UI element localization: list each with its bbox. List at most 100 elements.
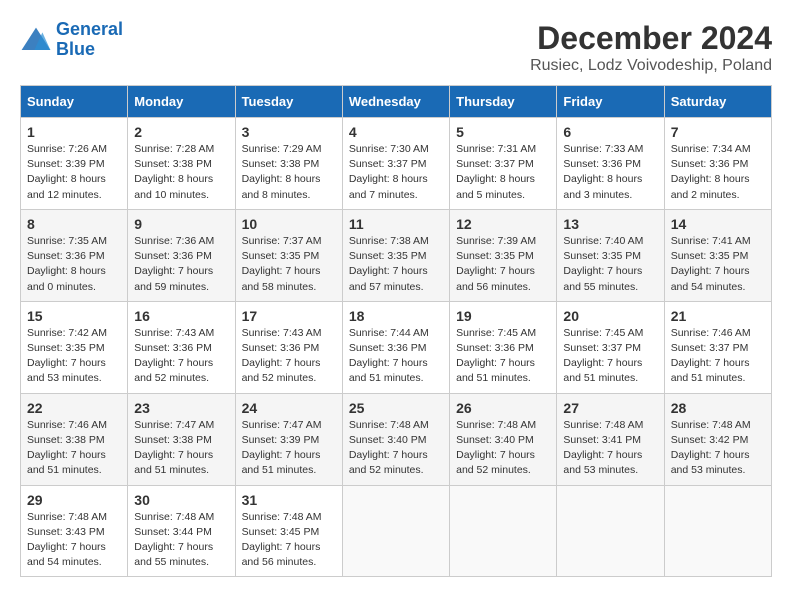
day-info: Sunrise: 7:44 AM Sunset: 3:36 PM Dayligh… [349, 326, 443, 387]
header-sunday: Sunday [21, 86, 128, 118]
day-number: 23 [134, 400, 228, 416]
calendar-cell: 8 Sunrise: 7:35 AM Sunset: 3:36 PM Daylig… [21, 209, 128, 301]
day-number: 1 [27, 124, 121, 140]
day-number: 30 [134, 492, 228, 508]
day-info: Sunrise: 7:48 AM Sunset: 3:42 PM Dayligh… [671, 418, 765, 479]
calendar-cell: 9Sunrise: 7:36 AM Sunset: 3:36 PM Daylig… [128, 209, 235, 301]
day-number: 9 [134, 216, 228, 232]
calendar-week-row: 22 Sunrise: 7:46 AM Sunset: 3:38 PM Dayli… [21, 393, 772, 485]
day-number: 8 [27, 216, 121, 232]
subtitle: Rusiec, Lodz Voivodeship, Poland [530, 57, 772, 75]
calendar-cell: 24 Sunrise: 7:47 AM Sunset: 3:39 PM Dayli… [235, 393, 342, 485]
day-number: 11 [349, 216, 443, 232]
calendar-cell: 29 Sunrise: 7:48 AM Sunset: 3:43 PM Dayli… [21, 485, 128, 577]
calendar-cell: 4 Sunrise: 7:30 AM Sunset: 3:37 PM Daylig… [342, 118, 449, 210]
day-info: Sunrise: 7:46 AM Sunset: 3:38 PM Dayligh… [27, 418, 121, 479]
calendar-cell: 30 Sunrise: 7:48 AM Sunset: 3:44 PM Dayli… [128, 485, 235, 577]
day-number: 4 [349, 124, 443, 140]
day-number: 24 [242, 400, 336, 416]
day-info: Sunrise: 7:43 AM Sunset: 3:36 PM Dayligh… [134, 326, 228, 387]
calendar-cell: 28 Sunrise: 7:48 AM Sunset: 3:42 PM Dayli… [664, 393, 771, 485]
day-info: Sunrise: 7:45 AM Sunset: 3:36 PM Dayligh… [456, 326, 550, 387]
day-number: 28 [671, 400, 765, 416]
day-number: 15 [27, 308, 121, 324]
day-info: Sunrise: 7:29 AM Sunset: 3:38 PM Dayligh… [242, 142, 336, 203]
calendar-cell: 15Sunrise: 7:42 AM Sunset: 3:35 PM Dayli… [21, 301, 128, 393]
calendar-cell: 6 Sunrise: 7:33 AM Sunset: 3:36 PM Daylig… [557, 118, 664, 210]
logo-line2: Blue [56, 39, 95, 59]
day-info: Sunrise: 7:47 AM Sunset: 3:39 PM Dayligh… [242, 418, 336, 479]
header-thursday: Thursday [450, 86, 557, 118]
calendar-week-row: 1 Sunrise: 7:26 AM Sunset: 3:39 PM Daylig… [21, 118, 772, 210]
day-info: Sunrise: 7:47 AM Sunset: 3:38 PM Dayligh… [134, 418, 228, 479]
calendar-cell: 22 Sunrise: 7:46 AM Sunset: 3:38 PM Dayli… [21, 393, 128, 485]
day-number: 10 [242, 216, 336, 232]
day-info: Sunrise: 7:48 AM Sunset: 3:41 PM Dayligh… [563, 418, 657, 479]
day-number: 17 [242, 308, 336, 324]
day-number: 16 [134, 308, 228, 324]
day-number: 20 [563, 308, 657, 324]
day-number: 18 [349, 308, 443, 324]
day-number: 3 [242, 124, 336, 140]
header-monday: Monday [128, 86, 235, 118]
day-info: Sunrise: 7:33 AM Sunset: 3:36 PM Dayligh… [563, 142, 657, 203]
day-number: 22 [27, 400, 121, 416]
calendar-cell [557, 485, 664, 577]
day-info: Sunrise: 7:35 AM Sunset: 3:36 PM Dayligh… [27, 234, 121, 295]
calendar-cell: 26 Sunrise: 7:48 AM Sunset: 3:40 PM Dayli… [450, 393, 557, 485]
day-info: Sunrise: 7:48 AM Sunset: 3:40 PM Dayligh… [456, 418, 550, 479]
calendar-week-row: 8 Sunrise: 7:35 AM Sunset: 3:36 PM Daylig… [21, 209, 772, 301]
day-info: Sunrise: 7:48 AM Sunset: 3:43 PM Dayligh… [27, 510, 121, 571]
day-info: Sunrise: 7:46 AM Sunset: 3:37 PM Dayligh… [671, 326, 765, 387]
calendar-cell: 25Sunrise: 7:48 AM Sunset: 3:40 PM Dayli… [342, 393, 449, 485]
day-info: Sunrise: 7:48 AM Sunset: 3:40 PM Dayligh… [349, 418, 443, 479]
header-friday: Friday [557, 86, 664, 118]
calendar-cell: 13 Sunrise: 7:40 AM Sunset: 3:35 PM Dayli… [557, 209, 664, 301]
day-number: 13 [563, 216, 657, 232]
calendar-cell: 10 Sunrise: 7:37 AM Sunset: 3:35 PM Dayli… [235, 209, 342, 301]
day-info: Sunrise: 7:41 AM Sunset: 3:35 PM Dayligh… [671, 234, 765, 295]
day-info: Sunrise: 7:38 AM Sunset: 3:35 PM Dayligh… [349, 234, 443, 295]
day-number: 6 [563, 124, 657, 140]
calendar-cell: 21 Sunrise: 7:46 AM Sunset: 3:37 PM Dayli… [664, 301, 771, 393]
day-info: Sunrise: 7:30 AM Sunset: 3:37 PM Dayligh… [349, 142, 443, 203]
day-info: Sunrise: 7:43 AM Sunset: 3:36 PM Dayligh… [242, 326, 336, 387]
day-number: 7 [671, 124, 765, 140]
title-area: December 2024 Rusiec, Lodz Voivodeship, … [530, 20, 772, 75]
calendar-cell: 11 Sunrise: 7:38 AM Sunset: 3:35 PM Dayli… [342, 209, 449, 301]
calendar-cell: 1 Sunrise: 7:26 AM Sunset: 3:39 PM Daylig… [21, 118, 128, 210]
day-number: 26 [456, 400, 550, 416]
calendar-cell: 23 Sunrise: 7:47 AM Sunset: 3:38 PM Dayli… [128, 393, 235, 485]
logo: General Blue [20, 20, 123, 60]
day-info: Sunrise: 7:34 AM Sunset: 3:36 PM Dayligh… [671, 142, 765, 203]
main-title: December 2024 [530, 20, 772, 57]
day-number: 31 [242, 492, 336, 508]
calendar-cell: 19Sunrise: 7:45 AM Sunset: 3:36 PM Dayli… [450, 301, 557, 393]
day-info: Sunrise: 7:48 AM Sunset: 3:44 PM Dayligh… [134, 510, 228, 571]
calendar-header-row: SundayMondayTuesdayWednesdayThursdayFrid… [21, 86, 772, 118]
calendar-cell: 12Sunrise: 7:39 AM Sunset: 3:35 PM Dayli… [450, 209, 557, 301]
day-number: 21 [671, 308, 765, 324]
calendar-cell: 14 Sunrise: 7:41 AM Sunset: 3:35 PM Dayli… [664, 209, 771, 301]
day-info: Sunrise: 7:37 AM Sunset: 3:35 PM Dayligh… [242, 234, 336, 295]
day-number: 29 [27, 492, 121, 508]
day-number: 14 [671, 216, 765, 232]
day-info: Sunrise: 7:31 AM Sunset: 3:37 PM Dayligh… [456, 142, 550, 203]
calendar-week-row: 15Sunrise: 7:42 AM Sunset: 3:35 PM Dayli… [21, 301, 772, 393]
day-info: Sunrise: 7:45 AM Sunset: 3:37 PM Dayligh… [563, 326, 657, 387]
day-number: 2 [134, 124, 228, 140]
calendar-cell: 17 Sunrise: 7:43 AM Sunset: 3:36 PM Dayli… [235, 301, 342, 393]
calendar-cell [664, 485, 771, 577]
day-info: Sunrise: 7:26 AM Sunset: 3:39 PM Dayligh… [27, 142, 121, 203]
day-info: Sunrise: 7:39 AM Sunset: 3:35 PM Dayligh… [456, 234, 550, 295]
logo-text: General Blue [56, 20, 123, 60]
header: General Blue December 2024 Rusiec, Lodz … [20, 20, 772, 75]
day-info: Sunrise: 7:40 AM Sunset: 3:35 PM Dayligh… [563, 234, 657, 295]
logo-icon [20, 26, 52, 54]
logo-line1: General [56, 19, 123, 39]
calendar-cell [342, 485, 449, 577]
calendar-cell: 16 Sunrise: 7:43 AM Sunset: 3:36 PM Dayli… [128, 301, 235, 393]
day-info: Sunrise: 7:48 AM Sunset: 3:45 PM Dayligh… [242, 510, 336, 571]
calendar-cell: 2Sunrise: 7:28 AM Sunset: 3:38 PM Daylig… [128, 118, 235, 210]
calendar-cell: 7 Sunrise: 7:34 AM Sunset: 3:36 PM Daylig… [664, 118, 771, 210]
